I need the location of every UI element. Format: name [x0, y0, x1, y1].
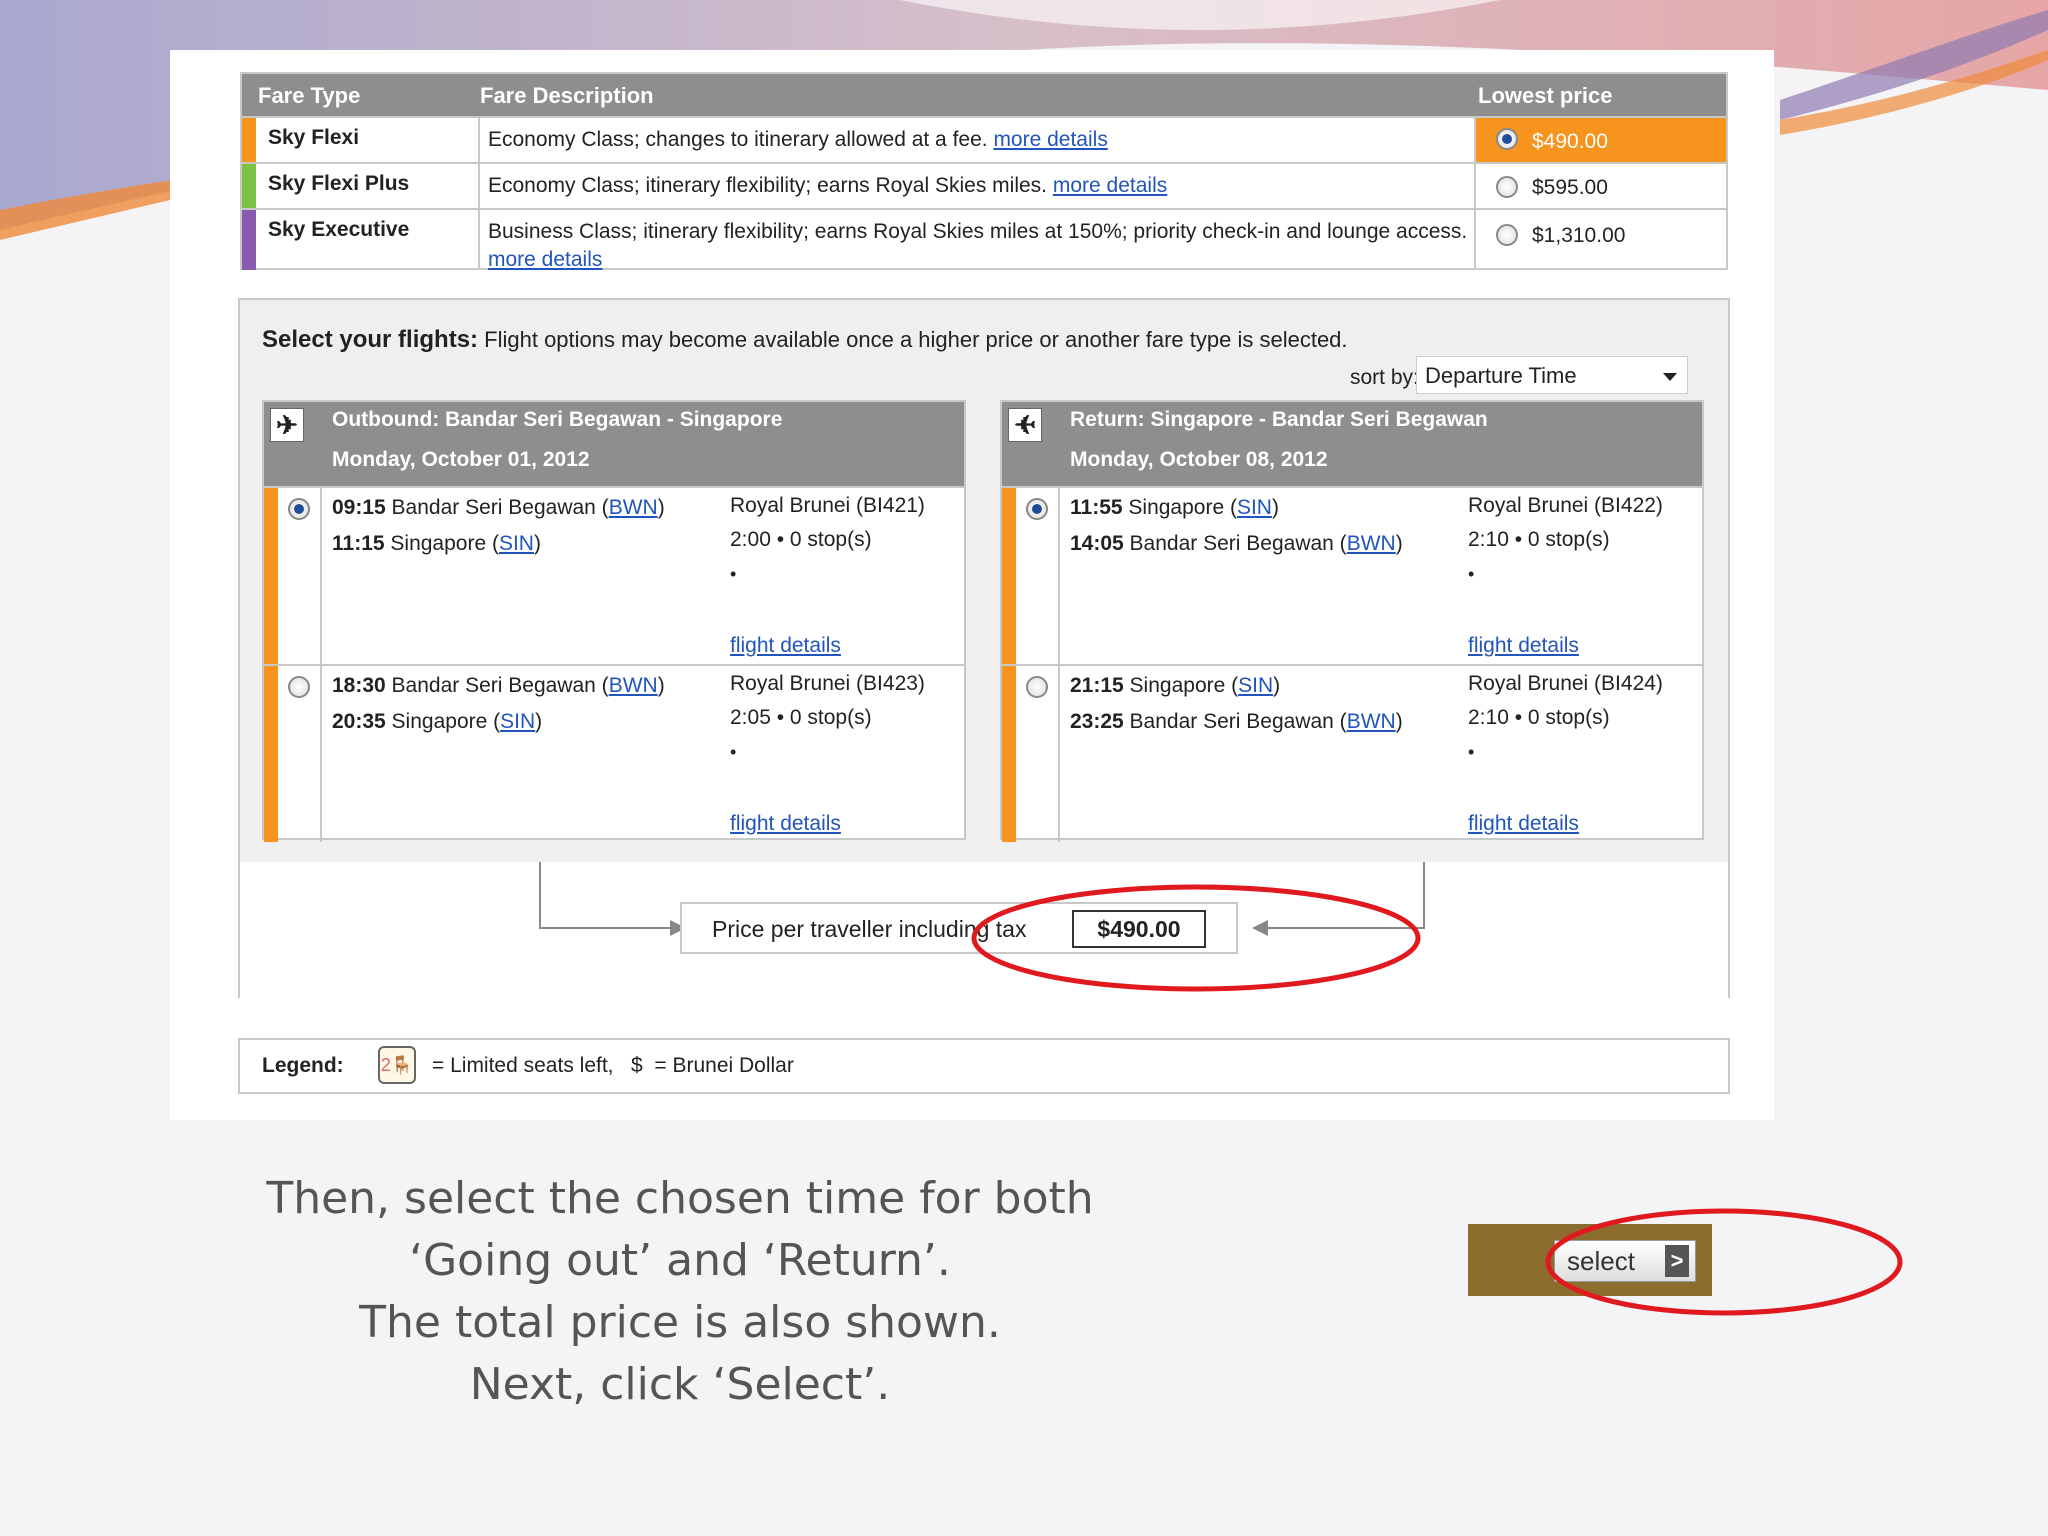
fare-price-cell[interactable]: $595.00: [1476, 164, 1726, 208]
fare-color-stripe: [242, 164, 256, 208]
fare-type: Sky Executive: [268, 218, 410, 241]
select-button-bar: select >: [1468, 1224, 1712, 1296]
fare-price: $595.00: [1532, 176, 1608, 199]
select-button-label: select: [1567, 1246, 1635, 1276]
select-button[interactable]: select >: [1554, 1240, 1696, 1282]
fare-row-sky-flexi: Sky Flexi Economy Class; changes to itin…: [242, 116, 1726, 162]
fare-type: Sky Flexi Plus: [268, 172, 410, 195]
fare-table-header: Fare Type Fare Description Lowest price: [242, 74, 1726, 116]
more-details-link[interactable]: more details: [993, 128, 1107, 151]
fare-radio-sky-flexi-plus[interactable]: [1496, 176, 1518, 198]
fare-row-sky-flexi-plus: Sky Flexi Plus Economy Class; itinerary …: [242, 162, 1726, 208]
caption-line: ‘Going out’ and ‘Return’.: [409, 1235, 951, 1286]
price-connector-arrows: [539, 862, 1425, 936]
fare-radio-sky-flexi[interactable]: [1496, 128, 1518, 150]
chevron-right-icon: >: [1665, 1245, 1689, 1277]
more-details-link[interactable]: more details: [1053, 174, 1167, 197]
legend-label: Legend:: [262, 1054, 344, 1077]
more-details-link[interactable]: more details: [488, 248, 602, 271]
caption-line: Next, click ‘Select’.: [469, 1359, 891, 1410]
caption-line: Then, select the chosen time for both: [266, 1173, 1094, 1224]
instruction-caption: Then, select the chosen time for both ‘G…: [250, 1168, 1110, 1416]
fare-color-stripe: [242, 118, 256, 162]
fare-price-cell[interactable]: $490.00: [1476, 118, 1726, 162]
fare-type: Sky Flexi: [268, 126, 360, 149]
fare-color-stripe: [242, 210, 256, 270]
fare-price: $1,310.00: [1532, 224, 1626, 247]
price-per-traveller: Price per traveller including tax $490.0…: [680, 902, 1238, 954]
limited-seat-icon: 2🪑: [378, 1046, 416, 1084]
header-fare-description: Fare Description: [480, 83, 654, 108]
fare-price: $490.00: [1532, 130, 1608, 153]
fare-price-cell[interactable]: $1,310.00: [1476, 210, 1726, 270]
fare-description: Economy Class; itinerary flexibility; ea…: [488, 174, 1168, 197]
fare-description: Economy Class; changes to itinerary allo…: [488, 128, 1108, 151]
legend-bar: Legend: 2🪑 = Limited seats left, $ = Bru…: [238, 1038, 1730, 1094]
fare-table: Fare Type Fare Description Lowest price …: [240, 72, 1728, 271]
header-lowest-price: Lowest price: [1478, 83, 1613, 108]
flight-selection-box: Select your flights: Flight options may …: [238, 298, 1730, 998]
caption-line: The total price is also shown.: [359, 1297, 1001, 1348]
legend-text: = Limited seats left, $ = Brunei Dollar: [432, 1054, 794, 1077]
fare-description: Business Class; itinerary flexibility; e…: [488, 220, 1468, 271]
header-fare-type: Fare Type: [258, 83, 361, 108]
fare-row-sky-executive: Sky Executive Business Class; itinerary …: [242, 208, 1726, 271]
price-label: Price per traveller including tax: [712, 916, 1027, 942]
screenshot-panel: Fare Type Fare Description Lowest price …: [170, 50, 1774, 1120]
price-total: $490.00: [1072, 910, 1206, 948]
fare-radio-sky-executive[interactable]: [1496, 224, 1518, 246]
